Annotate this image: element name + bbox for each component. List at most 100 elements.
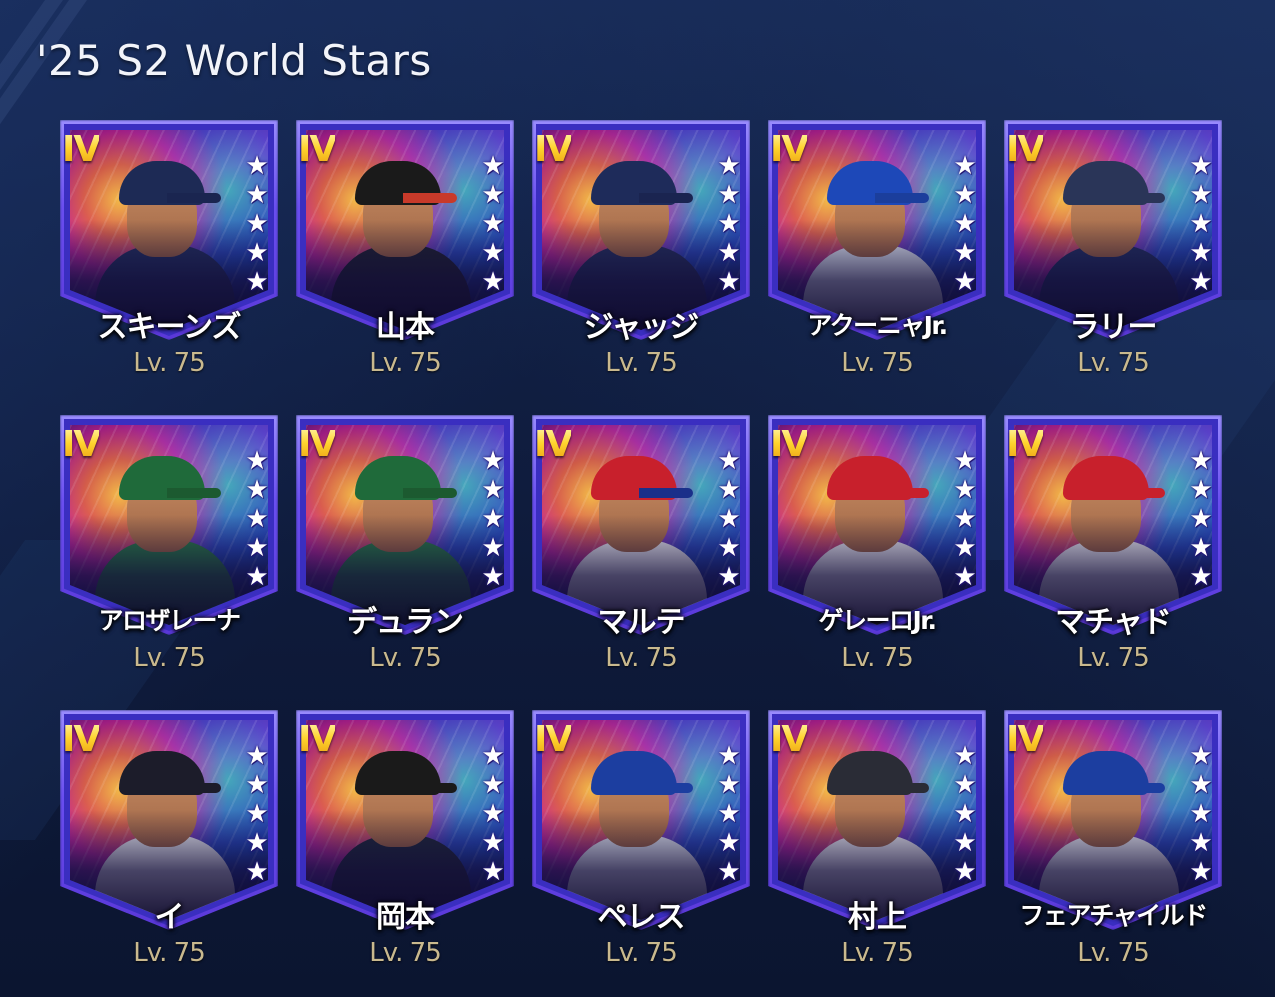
player-level: Lv. 75: [133, 348, 205, 378]
player-level: Lv. 75: [841, 348, 913, 378]
star-icon: ★: [245, 770, 269, 800]
star-icon: ★: [481, 741, 505, 771]
star-icon: ★: [717, 180, 741, 210]
star-icon: ★: [245, 828, 269, 858]
player-portrait: [1014, 720, 1212, 920]
star-icon: ★: [717, 267, 741, 297]
star-icon: ★: [481, 475, 505, 505]
rank-badge: IV: [534, 129, 573, 170]
player-level: Lv. 75: [369, 938, 441, 968]
player-card[interactable]: IV ★ ★ ★ ★ ★ ゲレーロJr. Lv. 75: [768, 415, 986, 673]
player-name: マチャド: [1055, 605, 1172, 640]
star-icon: ★: [1189, 209, 1213, 239]
rank-badge: IV: [770, 129, 809, 170]
star-icon: ★: [717, 799, 741, 829]
player-portrait: [778, 130, 976, 330]
player-helmet-brim: [167, 193, 221, 203]
star-icon: ★: [1189, 770, 1213, 800]
player-portrait: [70, 425, 268, 625]
rank-badge: IV: [298, 719, 337, 760]
rank-badge: IV: [1006, 424, 1045, 465]
player-card[interactable]: IV ★ ★ ★ ★ ★ ラリー Lv. 75: [1004, 120, 1222, 378]
player-portrait: [778, 425, 976, 625]
star-rating: ★ ★ ★ ★ ★: [240, 742, 274, 887]
star-rating: ★ ★ ★ ★ ★: [476, 152, 510, 297]
player-card[interactable]: IV ★ ★ ★ ★ ★ ペレス Lv. 75: [532, 710, 750, 968]
player-card[interactable]: IV ★ ★ ★ ★ ★ スキーンズ Lv. 75: [60, 120, 278, 378]
player-portrait: [542, 720, 740, 920]
player-helmet-brim: [639, 783, 693, 793]
rank-badge: IV: [770, 424, 809, 465]
player-helmet-brim: [639, 193, 693, 203]
star-icon: ★: [717, 562, 741, 592]
player-card[interactable]: IV ★ ★ ★ ★ ★ デュラン Lv. 75: [296, 415, 514, 673]
star-icon: ★: [481, 533, 505, 563]
star-icon: ★: [953, 475, 977, 505]
player-level: Lv. 75: [605, 938, 677, 968]
player-card[interactable]: IV ★ ★ ★ ★ ★ マルテ Lv. 75: [532, 415, 750, 673]
star-rating: ★ ★ ★ ★ ★: [712, 447, 746, 592]
star-icon: ★: [245, 741, 269, 771]
player-portrait: [306, 720, 504, 920]
star-icon: ★: [953, 238, 977, 268]
player-card[interactable]: IV ★ ★ ★ ★ ★ アロザレーナ Lv. 75: [60, 415, 278, 673]
player-portrait: [70, 130, 268, 330]
page-title: '25 S2 World Stars: [36, 36, 432, 85]
player-level: Lv. 75: [841, 938, 913, 968]
star-icon: ★: [245, 504, 269, 534]
star-icon: ★: [1189, 562, 1213, 592]
star-icon: ★: [953, 857, 977, 887]
star-icon: ★: [481, 562, 505, 592]
player-name: 村上: [848, 900, 907, 935]
player-name: 山本: [376, 310, 435, 345]
player-card[interactable]: IV ★ ★ ★ ★ ★ イ Lv. 75: [60, 710, 278, 968]
star-icon: ★: [481, 267, 505, 297]
player-card[interactable]: IV ★ ★ ★ ★ ★ マチャド Lv. 75: [1004, 415, 1222, 673]
player-level: Lv. 75: [605, 643, 677, 673]
player-card[interactable]: IV ★ ★ ★ ★ ★ ジャッジ Lv. 75: [532, 120, 750, 378]
star-icon: ★: [1189, 857, 1213, 887]
rank-badge: IV: [62, 719, 101, 760]
star-icon: ★: [481, 209, 505, 239]
star-icon: ★: [1189, 267, 1213, 297]
star-rating: ★ ★ ★ ★ ★: [476, 742, 510, 887]
rank-badge: IV: [770, 719, 809, 760]
star-rating: ★ ★ ★ ★ ★: [1184, 447, 1218, 592]
star-icon: ★: [717, 533, 741, 563]
player-level: Lv. 75: [133, 643, 205, 673]
star-icon: ★: [245, 267, 269, 297]
star-icon: ★: [245, 180, 269, 210]
star-icon: ★: [481, 238, 505, 268]
star-icon: ★: [953, 770, 977, 800]
player-helmet-brim: [875, 488, 929, 498]
player-card[interactable]: IV ★ ★ ★ ★ ★ フェアチャイルド Lv. 75: [1004, 710, 1222, 968]
star-icon: ★: [717, 741, 741, 771]
star-icon: ★: [1189, 446, 1213, 476]
player-portrait: [70, 720, 268, 920]
star-icon: ★: [245, 475, 269, 505]
star-icon: ★: [717, 857, 741, 887]
star-icon: ★: [717, 475, 741, 505]
player-card[interactable]: IV ★ ★ ★ ★ ★ 山本 Lv. 75: [296, 120, 514, 378]
player-name: デュラン: [347, 605, 464, 640]
player-helmet-brim: [403, 488, 457, 498]
player-level: Lv. 75: [369, 643, 441, 673]
player-name: 岡本: [376, 900, 435, 935]
star-icon: ★: [717, 504, 741, 534]
player-helmet-brim: [403, 193, 457, 203]
player-name: ゲレーロJr.: [818, 606, 937, 635]
player-helmet-brim: [639, 488, 693, 498]
star-icon: ★: [1189, 475, 1213, 505]
player-card[interactable]: IV ★ ★ ★ ★ ★ 村上 Lv. 75: [768, 710, 986, 968]
player-name: アクーニャJr.: [807, 311, 948, 340]
star-icon: ★: [953, 799, 977, 829]
star-icon: ★: [245, 151, 269, 181]
star-icon: ★: [953, 180, 977, 210]
star-icon: ★: [953, 209, 977, 239]
star-icon: ★: [717, 770, 741, 800]
player-card[interactable]: IV ★ ★ ★ ★ ★ 岡本 Lv. 75: [296, 710, 514, 968]
rank-badge: IV: [534, 719, 573, 760]
star-rating: ★ ★ ★ ★ ★: [948, 742, 982, 887]
player-name: マルテ: [597, 605, 686, 640]
player-card[interactable]: IV ★ ★ ★ ★ ★ アクーニャJr. Lv. 75: [768, 120, 986, 378]
